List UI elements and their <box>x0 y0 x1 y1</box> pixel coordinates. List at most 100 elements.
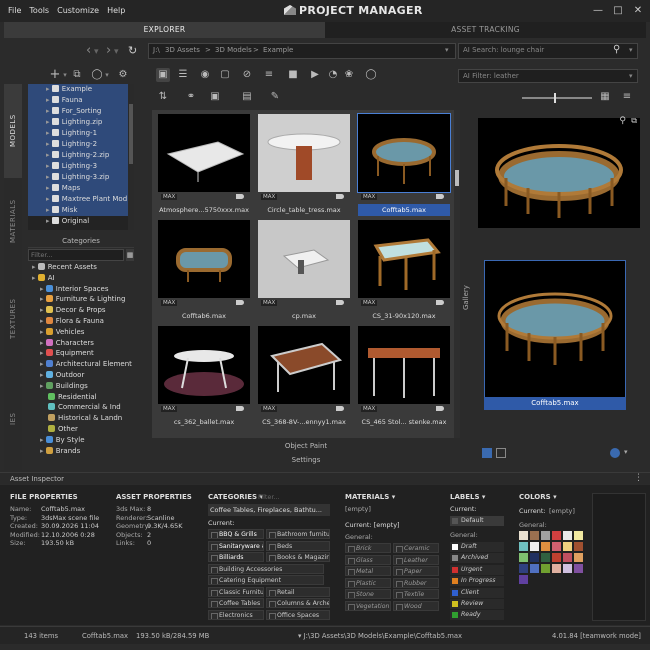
hide-icon[interactable]: ⊘ <box>240 68 254 82</box>
materials-panel-title[interactable]: MATERIALS ▾ <box>345 493 395 501</box>
color-swatch[interactable] <box>574 542 583 551</box>
layers-icon[interactable]: ☰ <box>176 68 190 82</box>
category-chip[interactable]: Billiards <box>208 552 264 562</box>
ai-filter-dropdown-icon[interactable]: ▾ <box>629 72 633 80</box>
color-swatch[interactable] <box>530 564 539 573</box>
material-chip[interactable]: Brick <box>345 543 391 553</box>
folder-tree-scrollbar[interactable] <box>128 84 134 230</box>
expand-arrow-icon[interactable]: ▸ <box>32 274 38 282</box>
minimize-icon[interactable]: — <box>588 0 608 22</box>
close-icon[interactable]: ✕ <box>628 0 648 22</box>
forward-icon[interactable]: › <box>106 43 111 58</box>
color-swatch[interactable] <box>574 564 583 573</box>
asset-inspector-header[interactable]: Asset Inspector <box>0 472 650 484</box>
categories-panel-title[interactable]: CATEGORIES ▾ <box>208 493 263 501</box>
category-item[interactable]: Residential <box>48 392 97 403</box>
expand-arrow-icon[interactable]: ▸ <box>46 85 52 93</box>
color-swatch[interactable] <box>574 531 583 540</box>
sort-icon[interactable]: ≡ <box>620 90 634 104</box>
pie-icon[interactable]: ◔ <box>326 68 340 82</box>
tag-icon[interactable] <box>436 406 444 411</box>
category-chip[interactable]: Building Accessories <box>208 563 324 574</box>
breadcrumb-3d-models[interactable]: 3D Models <box>215 46 252 54</box>
category-chip[interactable]: Beds <box>266 540 330 551</box>
gallery-dropdown-icon[interactable]: ▾ <box>624 448 634 458</box>
label-item[interactable]: Draft <box>450 542 504 552</box>
expand-arrow-icon[interactable]: ▸ <box>46 184 52 192</box>
label-item[interactable]: In Progress <box>450 576 504 587</box>
ai-filter-input[interactable]: AI Filter: leather ▾ <box>458 69 638 83</box>
tag-icon[interactable] <box>336 406 344 411</box>
category-item[interactable]: ▸ Flora & Fauna <box>40 316 104 327</box>
category-item[interactable]: ▸ Decor & Props <box>40 305 106 316</box>
color-swatch[interactable] <box>519 542 528 551</box>
folder-item[interactable]: ▸ Lighting.zip <box>28 117 128 128</box>
zoom-icon[interactable]: ⚲ <box>619 116 626 126</box>
tab-asset-tracking[interactable]: ASSET TRACKING <box>325 22 646 38</box>
cube-icon[interactable]: ▢ <box>218 68 232 82</box>
new-window-icon[interactable]: ⧉ <box>70 68 84 82</box>
menu-file[interactable]: File <box>4 0 25 22</box>
expand-arrow-icon[interactable]: ▸ <box>46 118 52 126</box>
asset-tile[interactable]: MAX Cofftab6.max <box>158 220 250 322</box>
expand-arrow-icon[interactable]: ▸ <box>46 129 52 137</box>
gallery-label[interactable]: Gallery <box>462 270 474 310</box>
sync-icon[interactable]: ⇅ <box>156 90 170 104</box>
path-dropdown-icon[interactable]: ▾ <box>445 46 449 54</box>
search-dropdown-icon[interactable]: ▾ <box>629 46 633 54</box>
category-chip[interactable]: Classic Furniture <box>208 586 264 597</box>
material-chip[interactable]: Ceramic <box>393 543 439 553</box>
expand-arrow-icon[interactable]: ▸ <box>40 447 46 455</box>
gallery-item[interactable] <box>484 260 626 410</box>
expand-arrow-icon[interactable]: ▸ <box>40 306 46 314</box>
color-swatch[interactable] <box>541 531 550 540</box>
expand-arrow-icon[interactable]: ▸ <box>40 295 46 303</box>
tab-explorer[interactable]: EXPLORER <box>4 22 325 38</box>
folder-item[interactable]: ▸ Lighting-2 <box>28 139 128 150</box>
color-swatch[interactable] <box>563 531 572 540</box>
asset-tile[interactable]: MAX CS_31-90x120.max <box>358 220 450 322</box>
expand-arrow-icon[interactable]: ▸ <box>46 206 52 214</box>
tab-models[interactable]: MODELS <box>4 84 22 178</box>
label-item[interactable]: Urgent <box>450 564 504 575</box>
expand-arrow-icon[interactable]: ▸ <box>40 285 46 293</box>
category-item[interactable]: ▸ Furniture & Lighting <box>40 294 125 305</box>
globe-status-icon[interactable] <box>610 448 620 458</box>
folder-item[interactable]: ▸ Fauna <box>28 95 128 106</box>
view-icon[interactable]: ◉ <box>198 68 212 82</box>
label-item[interactable]: Archived <box>450 553 504 564</box>
asset-tile[interactable]: MAX Cofftab5.max <box>357 113 451 216</box>
expand-arrow-icon[interactable]: ▸ <box>46 195 52 203</box>
square-icon[interactable]: ■ <box>286 68 300 82</box>
expand-arrow-icon[interactable]: ▸ <box>40 317 46 325</box>
color-swatch[interactable] <box>541 553 550 562</box>
palette-icon[interactable]: ❀ <box>342 68 356 82</box>
color-swatch[interactable] <box>519 564 528 573</box>
material-chip[interactable]: Plastic <box>345 577 391 588</box>
tab-materials[interactable]: MATERIALS <box>4 184 22 258</box>
tag-icon[interactable] <box>336 300 344 305</box>
color-swatch[interactable] <box>552 531 561 540</box>
categories-panel-filter[interactable]: Filter... <box>258 493 280 502</box>
map-icon[interactable] <box>482 448 492 458</box>
color-swatch[interactable] <box>530 531 539 540</box>
asset-tile[interactable]: MAX cp.max <box>258 220 350 322</box>
material-chip[interactable]: Leather <box>393 554 439 565</box>
expand-arrow-icon[interactable]: ▸ <box>40 371 46 379</box>
share-icon[interactable]: ⚭ <box>184 90 198 104</box>
folder-open-icon[interactable]: ▤ <box>240 90 254 104</box>
material-chip[interactable]: Metal <box>345 566 391 576</box>
expand-arrow-icon[interactable]: ▸ <box>32 263 38 271</box>
color-swatch[interactable] <box>563 542 572 551</box>
tag-icon[interactable] <box>436 194 444 199</box>
folder-item[interactable]: ▸ Example <box>28 84 128 95</box>
colors-panel-title[interactable]: COLORS ▾ <box>519 493 557 501</box>
category-chip[interactable]: Bathroom furnitur <box>266 529 330 539</box>
asset-tile[interactable]: MAX cs_362_ballet.max <box>158 326 250 428</box>
material-chip[interactable]: Stone <box>345 589 391 599</box>
asset-tile[interactable]: MAX CS_368-8V-...ennyy1.max <box>258 326 350 428</box>
package-icon[interactable]: ▣ <box>208 90 222 104</box>
categories-selected[interactable]: Coffee Tables, Fireplaces, Bathtu... <box>208 504 330 516</box>
color-swatch[interactable] <box>552 542 561 551</box>
category-chip[interactable]: Coffee Tables <box>208 598 264 608</box>
